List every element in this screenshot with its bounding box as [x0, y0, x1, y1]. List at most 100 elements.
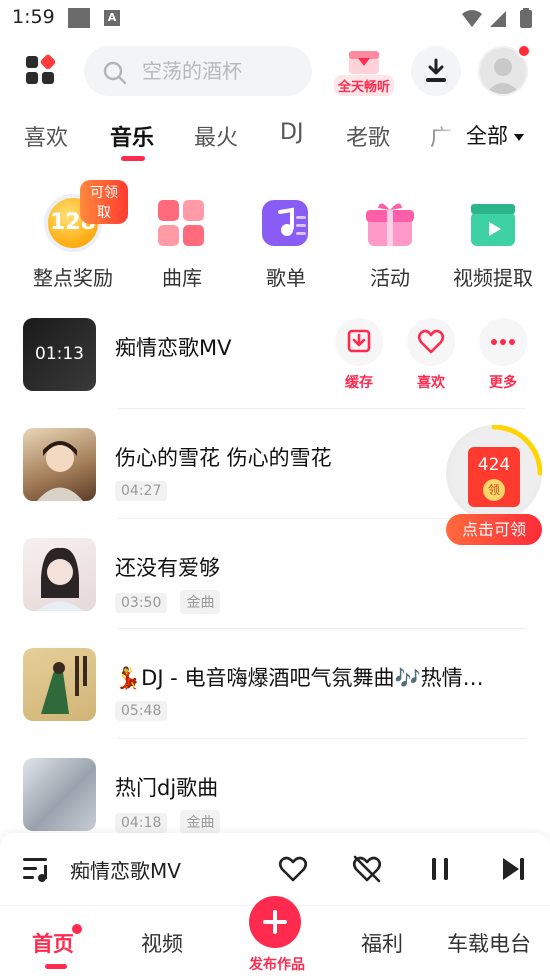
publish-button[interactable] — [249, 896, 301, 948]
heart-icon — [417, 329, 445, 354]
song-title: 💃DJ - 电音嗨爆酒吧气氛舞曲🎶热情… — [115, 666, 484, 690]
quick-entries: 可领取 128 整点奖励 曲库 歌单 活动 视频提取 — [0, 178, 550, 298]
active-nav-indicator — [45, 964, 67, 969]
gift-box-icon — [346, 46, 382, 76]
duration-overlay: 01:13 — [35, 344, 84, 364]
notification-dot — [517, 44, 531, 58]
reward-claim-coin: 领 — [483, 479, 505, 501]
divider — [118, 628, 526, 629]
song-cover — [23, 538, 96, 611]
publish-label[interactable]: 发布作品 — [232, 954, 322, 974]
gift-icon — [362, 196, 418, 252]
nav-home[interactable]: 首页 — [32, 928, 74, 958]
all-categories-label: 全部 — [466, 124, 508, 148]
notification-a-icon: A — [104, 10, 120, 26]
floating-reward[interactable]: 424 领 点击可领 — [446, 425, 546, 545]
tab-music[interactable]: 音乐 — [110, 120, 154, 152]
song-cover: 01:13 — [23, 318, 96, 391]
reward-cta[interactable]: 点击可领 — [446, 514, 542, 545]
mini-player[interactable]: 痴情恋歌MV — [0, 833, 550, 905]
gold-song-badge: 金曲 — [180, 810, 221, 834]
song-cover — [23, 428, 96, 501]
duration-badge: 04:18 — [115, 813, 168, 833]
status-icons — [460, 8, 540, 34]
song-title: 还没有爱够 — [115, 556, 220, 580]
quick-video-extract[interactable]: 视频提取 — [438, 178, 548, 291]
more-label: 更多 — [489, 375, 517, 391]
search-input[interactable] — [142, 56, 302, 86]
bottom-nav: 首页 视频 发布作品 福利 车载电台 — [0, 896, 550, 979]
status-time: 1:59 — [12, 6, 55, 28]
song-cover — [23, 648, 96, 721]
quick-label: 活动 — [370, 266, 410, 290]
library-icon — [154, 196, 210, 252]
divider — [118, 408, 526, 409]
download-button[interactable] — [411, 46, 461, 96]
quick-label: 视频提取 — [453, 266, 533, 290]
quick-label: 歌单 — [266, 266, 306, 290]
pause-icon[interactable] — [428, 855, 452, 883]
plus-icon — [263, 910, 287, 934]
tab-hottest[interactable]: 最火 — [194, 120, 238, 152]
reward-amount: 424 — [477, 455, 511, 475]
video-clapper-icon — [465, 196, 521, 252]
song-meta: 05:48 — [115, 700, 175, 721]
all-day-listen-button[interactable]: 全天畅听 — [326, 44, 402, 100]
home-notification-dot — [72, 924, 82, 934]
duration-badge: 05:48 — [115, 701, 168, 721]
now-playing-title: 痴情恋歌MV — [70, 859, 181, 883]
quick-playlist[interactable]: 歌单 — [231, 178, 341, 291]
more-button[interactable]: 更多 — [478, 318, 528, 392]
quick-activity[interactable]: 活动 — [335, 178, 445, 291]
quick-label: 曲库 — [162, 266, 202, 290]
list-item[interactable]: 💃DJ - 电音嗨爆酒吧气氛舞曲🎶热情… 05:48 — [0, 638, 550, 748]
red-envelope-icon: 424 领 — [468, 447, 520, 507]
playlist-queue-icon[interactable] — [22, 855, 52, 883]
all-categories-button[interactable]: 全部 — [462, 120, 524, 150]
duration-badge: 03:50 — [115, 593, 168, 613]
claim-badge: 可领取 — [80, 180, 128, 224]
song-title: 痴情恋歌MV — [115, 336, 232, 360]
list-item[interactable]: 01:13 痴情恋歌MV 缓存 喜欢 更多 — [0, 308, 550, 418]
playlist-icon — [258, 196, 314, 252]
download-icon — [426, 58, 446, 82]
cache-button[interactable]: 缓存 — [334, 318, 384, 392]
song-title: 伤心的雪花 伤心的雪花 — [115, 446, 332, 470]
like-button[interactable]: 喜欢 — [406, 318, 456, 392]
duration-badge: 04:27 — [115, 481, 168, 501]
download-save-icon — [347, 329, 371, 353]
wifi-signal-battery-icon — [462, 8, 532, 28]
dislike-heart-icon[interactable] — [352, 855, 382, 883]
like-label: 喜欢 — [417, 375, 445, 391]
status-bar: 1:59 A — [0, 0, 550, 36]
app-menu-icon[interactable] — [26, 53, 57, 86]
song-cover — [23, 758, 96, 831]
gold-song-badge: 金曲 — [180, 590, 221, 614]
song-meta: 04:27 — [115, 480, 175, 501]
tab-favorites[interactable]: 喜欢 — [24, 120, 68, 152]
heart-icon[interactable] — [278, 855, 308, 883]
tab-oldies[interactable]: 老歌 — [346, 120, 390, 152]
song-meta: 04:18 金曲 — [115, 810, 228, 834]
more-dots-icon — [491, 339, 515, 345]
search-bar[interactable] — [84, 46, 312, 96]
cache-label: 缓存 — [345, 375, 373, 391]
next-track-icon[interactable] — [500, 855, 526, 883]
song-meta: 03:50 金曲 — [115, 590, 228, 614]
notification-icon — [68, 8, 90, 28]
top-bar: 全天畅听 — [0, 40, 550, 104]
divider — [118, 738, 526, 739]
category-tabs: 喜欢 音乐 最火 DJ 老歌 广 全部 — [0, 112, 550, 168]
tab-dj[interactable]: DJ — [280, 120, 303, 145]
active-tab-indicator — [121, 156, 145, 161]
song-title: 热门dj歌曲 — [115, 776, 219, 800]
nav-car-radio[interactable]: 车载电台 — [447, 928, 531, 958]
nav-welfare[interactable]: 福利 — [361, 928, 403, 958]
quick-hourly-reward[interactable]: 可领取 128 整点奖励 — [18, 178, 128, 291]
quick-library[interactable]: 曲库 — [127, 178, 237, 291]
nav-video[interactable]: 视频 — [141, 928, 183, 958]
caret-down-icon — [514, 133, 524, 141]
quick-label: 整点奖励 — [33, 266, 113, 290]
search-icon — [103, 61, 127, 85]
all-day-listen-label: 全天畅听 — [333, 75, 394, 96]
